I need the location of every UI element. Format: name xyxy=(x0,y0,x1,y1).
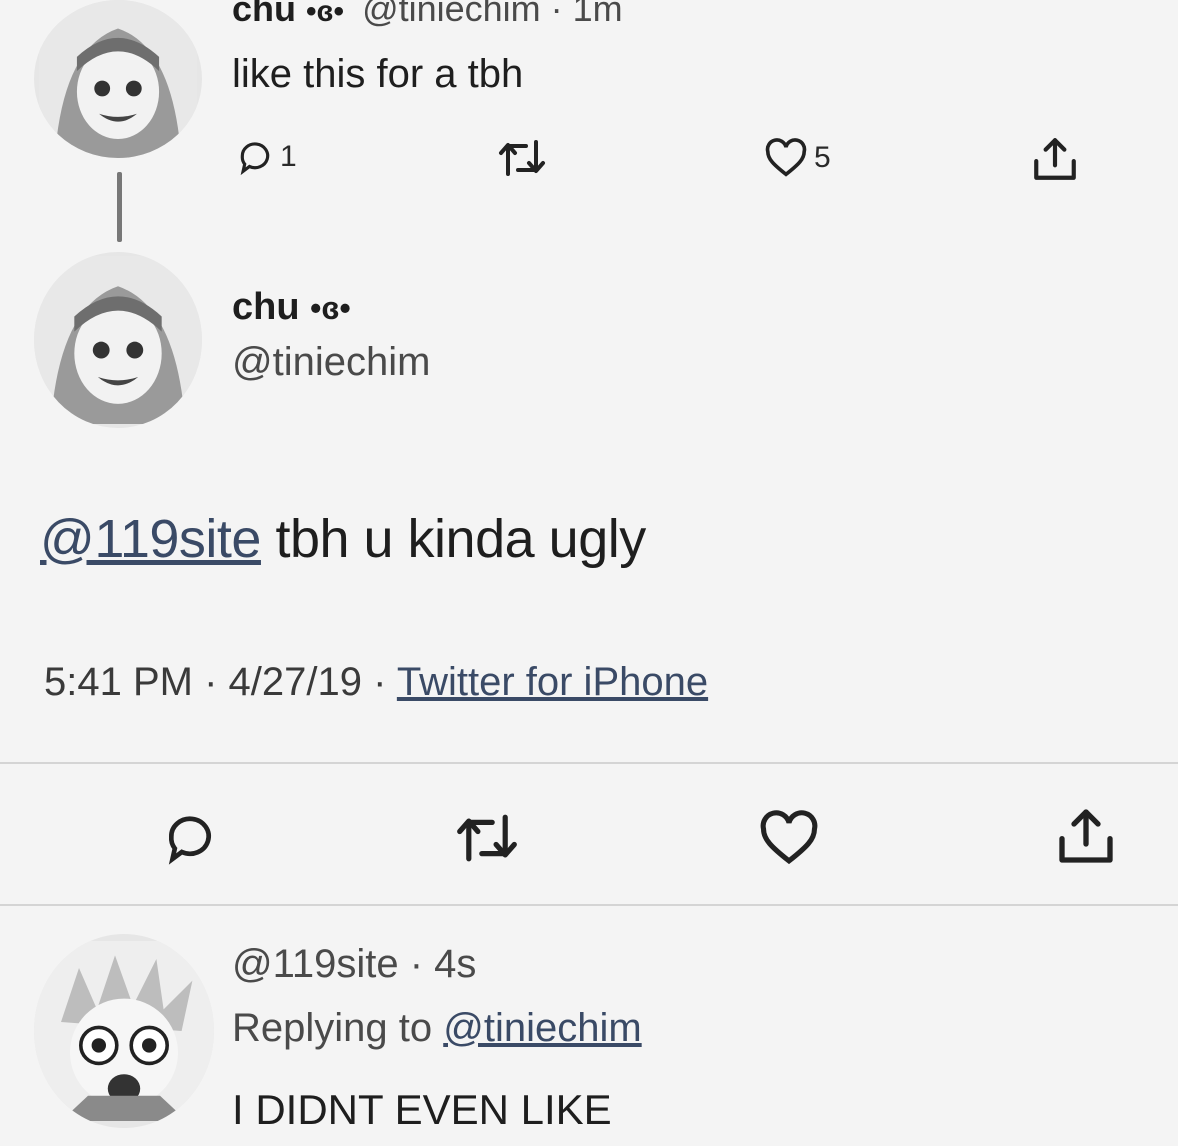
divider xyxy=(0,904,1178,906)
share-button[interactable] xyxy=(1054,804,1118,868)
reply-handle-time[interactable]: @119site · 4s xyxy=(232,942,476,987)
tweet-source-link[interactable]: Twitter for iPhone xyxy=(397,660,708,704)
tweet-date: 4/27/19 xyxy=(228,660,363,704)
share-button[interactable] xyxy=(1030,134,1080,184)
reply-text: I DIDNT EVEN LIKE xyxy=(232,1086,612,1133)
avatar-illustration xyxy=(39,0,197,158)
like-button[interactable] xyxy=(758,810,820,866)
thread-line xyxy=(117,172,122,242)
avatar-illustration xyxy=(34,941,214,1121)
reply-count: 1 xyxy=(280,140,297,173)
tweet-text: tbh u kinda ugly xyxy=(260,509,646,569)
heart-icon xyxy=(764,138,808,178)
author-name[interactable]: chu •ɞ• xyxy=(232,286,351,329)
replying-handle-link[interactable]: @tiniechim xyxy=(443,1006,641,1050)
reply-icon xyxy=(160,810,220,866)
avatar[interactable] xyxy=(34,252,202,428)
share-icon xyxy=(1030,134,1080,184)
separator: · xyxy=(204,660,218,704)
retweet-button[interactable] xyxy=(452,812,522,864)
name-emoji: •ɞ• xyxy=(306,0,345,28)
display-name: chu xyxy=(232,286,300,328)
avatar[interactable] xyxy=(34,0,202,158)
avatar-illustration xyxy=(34,256,202,424)
like-count: 5 xyxy=(814,141,831,174)
reply-icon xyxy=(236,138,274,176)
retweet-icon xyxy=(496,138,548,178)
tweet-text: like this for a tbh xyxy=(232,52,524,96)
replying-prefix: Replying to xyxy=(232,1006,444,1050)
tweet-time: 5:41 PM xyxy=(44,660,193,704)
avatar[interactable] xyxy=(34,934,214,1128)
mention-link[interactable]: @119site xyxy=(40,509,261,569)
separator: · xyxy=(373,660,387,704)
reply-button[interactable] xyxy=(160,810,220,866)
display-name[interactable]: chu xyxy=(232,0,296,29)
parent-tweet-header: chu •ɞ• @tiniechim · 1m xyxy=(232,0,623,30)
retweet-button[interactable] xyxy=(496,138,548,178)
like-button[interactable]: 5 xyxy=(764,138,831,178)
name-emoji: •ɞ• xyxy=(310,290,351,326)
tweet-body: @119site tbh u kinda ugly xyxy=(40,508,646,570)
divider xyxy=(0,762,1178,764)
handle-time[interactable]: @tiniechim · 1m xyxy=(362,0,623,29)
share-icon xyxy=(1054,804,1118,868)
heart-icon xyxy=(758,810,820,866)
retweet-icon xyxy=(452,812,522,864)
replying-to: Replying to @tiniechim xyxy=(232,1006,642,1051)
tweet-metadata: 5:41 PM · 4/27/19 · Twitter for iPhone xyxy=(44,660,708,705)
author-handle[interactable]: @tiniechim xyxy=(232,340,430,385)
reply-button[interactable]: 1 xyxy=(236,138,297,176)
